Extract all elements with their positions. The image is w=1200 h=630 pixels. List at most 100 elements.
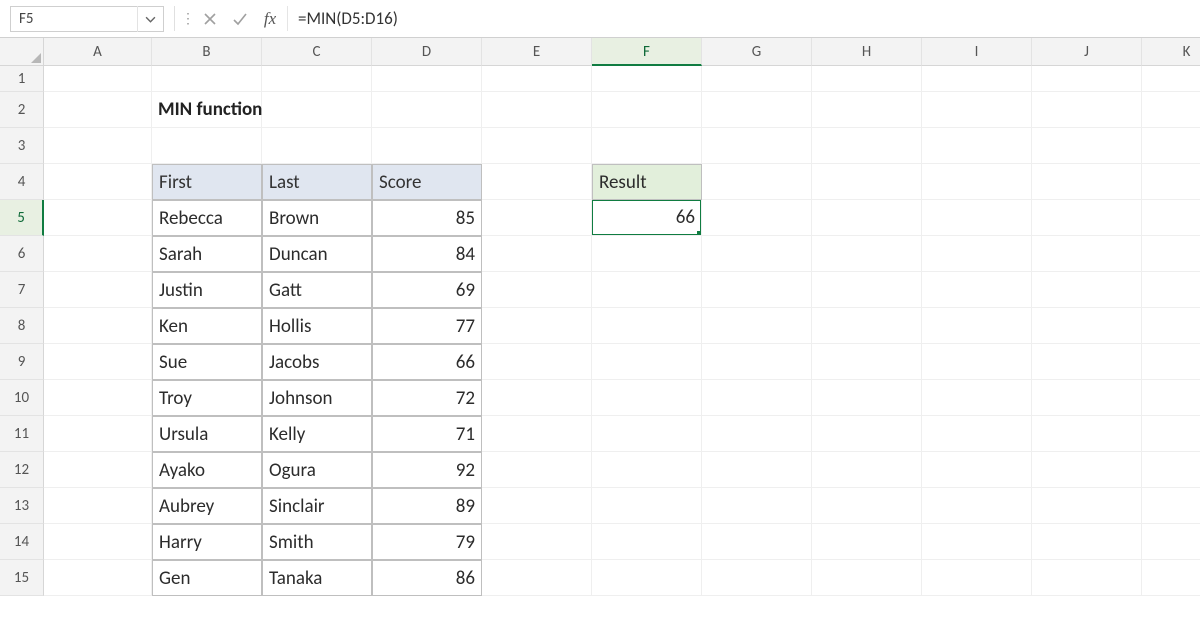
cell-J14[interactable] [1032,524,1142,560]
col-header-C[interactable]: C [262,38,372,66]
fx-icon[interactable]: fx [255,6,285,31]
spreadsheet-grid[interactable]: A B C D E F G H I J K 1 2 MIN function 3… [0,38,1200,596]
cell-G1[interactable] [702,66,812,92]
table-row[interactable]: Troy [152,380,262,416]
cell-E3[interactable] [482,128,592,164]
table-header-last[interactable]: Last [262,164,372,200]
cell-H2[interactable] [812,92,922,128]
cell-I14[interactable] [922,524,1032,560]
cell-I2[interactable] [922,92,1032,128]
cell-H6[interactable] [812,236,922,272]
result-header[interactable]: Result [592,164,702,200]
table-row[interactable]: 66 [372,344,482,380]
cell-F13[interactable] [592,488,702,524]
cell-E12[interactable] [482,452,592,488]
cell-E10[interactable] [482,380,592,416]
row-header-12[interactable]: 12 [0,452,44,488]
table-row[interactable]: 89 [372,488,482,524]
row-header-10[interactable]: 10 [0,380,44,416]
cell-B2-title[interactable]: MIN function [152,92,262,128]
cell-I1[interactable] [922,66,1032,92]
name-box-dropdown-icon[interactable] [137,6,163,32]
cell-A3[interactable] [44,128,152,164]
table-row[interactable]: Aubrey [152,488,262,524]
table-row[interactable]: Harry [152,524,262,560]
cell-H9[interactable] [812,344,922,380]
cell-G4[interactable] [702,164,812,200]
cell-E15[interactable] [482,560,592,596]
table-row[interactable]: 69 [372,272,482,308]
row-header-4[interactable]: 4 [0,164,44,200]
table-header-score[interactable]: Score [372,164,482,200]
cell-F10[interactable] [592,380,702,416]
cell-H7[interactable] [812,272,922,308]
cell-E1[interactable] [482,66,592,92]
table-row[interactable]: 84 [372,236,482,272]
col-header-D[interactable]: D [372,38,482,66]
table-row[interactable]: 86 [372,560,482,596]
cell-J10[interactable] [1032,380,1142,416]
cell-A13[interactable] [44,488,152,524]
row-header-9[interactable]: 9 [0,344,44,380]
table-row[interactable]: Ken [152,308,262,344]
cell-F7[interactable] [592,272,702,308]
col-header-G[interactable]: G [702,38,812,66]
table-row[interactable]: Johnson [262,380,372,416]
result-cell[interactable]: 66 [592,200,702,236]
cell-H10[interactable] [812,380,922,416]
cell-I11[interactable] [922,416,1032,452]
cell-G9[interactable] [702,344,812,380]
cell-I3[interactable] [922,128,1032,164]
cell-A4[interactable] [44,164,152,200]
cell-G7[interactable] [702,272,812,308]
row-header-2[interactable]: 2 [0,92,44,128]
table-row[interactable]: Kelly [262,416,372,452]
cell-J5[interactable] [1032,200,1142,236]
cell-F6[interactable] [592,236,702,272]
cell-H4[interactable] [812,164,922,200]
cell-F1[interactable] [592,66,702,92]
cell-H5[interactable] [812,200,922,236]
cell-K9[interactable] [1142,344,1200,380]
cell-F3[interactable] [592,128,702,164]
cell-H11[interactable] [812,416,922,452]
table-header-first[interactable]: First [152,164,262,200]
cell-K1[interactable] [1142,66,1200,92]
cell-F2[interactable] [592,92,702,128]
cell-E4[interactable] [482,164,592,200]
table-row[interactable]: Sue [152,344,262,380]
cell-I10[interactable] [922,380,1032,416]
cell-I15[interactable] [922,560,1032,596]
cell-B1[interactable] [152,66,262,92]
cell-G8[interactable] [702,308,812,344]
table-row[interactable]: 77 [372,308,482,344]
cell-J15[interactable] [1032,560,1142,596]
cell-A9[interactable] [44,344,152,380]
cell-K15[interactable] [1142,560,1200,596]
cell-A10[interactable] [44,380,152,416]
cell-J4[interactable] [1032,164,1142,200]
row-header-7[interactable]: 7 [0,272,44,308]
table-row[interactable]: Justin [152,272,262,308]
col-header-H[interactable]: H [812,38,922,66]
cell-J6[interactable] [1032,236,1142,272]
table-row[interactable]: Sarah [152,236,262,272]
cell-E11[interactable] [482,416,592,452]
col-header-J[interactable]: J [1032,38,1142,66]
cell-H12[interactable] [812,452,922,488]
table-row[interactable]: Rebecca [152,200,262,236]
cell-J9[interactable] [1032,344,1142,380]
cell-A2[interactable] [44,92,152,128]
col-header-K[interactable]: K [1142,38,1200,66]
select-all-corner[interactable] [0,38,44,66]
row-header-3[interactable]: 3 [0,128,44,164]
cell-H14[interactable] [812,524,922,560]
table-row[interactable]: 85 [372,200,482,236]
cell-I7[interactable] [922,272,1032,308]
cell-A11[interactable] [44,416,152,452]
enter-icon[interactable] [225,6,255,31]
cell-D2[interactable] [372,92,482,128]
cell-E2[interactable] [482,92,592,128]
cell-D1[interactable] [372,66,482,92]
cell-J3[interactable] [1032,128,1142,164]
